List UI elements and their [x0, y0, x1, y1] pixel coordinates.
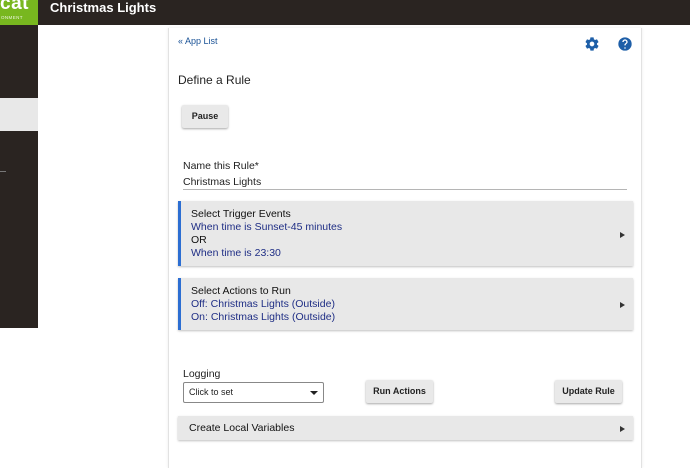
rule-name-label: Name this Rule*: [183, 160, 259, 172]
app-title: Christmas Lights: [50, 0, 157, 15]
trigger-section-title: Select Trigger Events: [191, 208, 291, 220]
create-local-variables-section[interactable]: Create Local Variables: [178, 416, 633, 440]
trigger-line-1: When time is Sunset-45 minutes: [191, 221, 343, 233]
logo[interactable]: cat ONMENT: [0, 0, 38, 25]
rule-name-input[interactable]: [183, 174, 627, 190]
help-icon[interactable]: [617, 36, 633, 52]
logging-label: Logging: [183, 368, 221, 380]
chevron-right-icon: [620, 232, 625, 238]
select-trigger-events-section[interactable]: Select Trigger Events When time is Sunse…: [178, 201, 633, 266]
chevron-down-icon: [310, 391, 318, 395]
logo-text: cat: [0, 0, 29, 14]
logging-select-value: Click to set: [189, 387, 234, 397]
update-rule-button[interactable]: Update Rule: [555, 380, 622, 403]
chevron-right-icon: [620, 426, 625, 432]
top-bar: cat ONMENT Christmas Lights: [0, 0, 690, 25]
local-variables-title: Create Local Variables: [189, 422, 295, 434]
sidebar-item-active[interactable]: [0, 98, 38, 131]
actions-section-title: Select Actions to Run: [191, 285, 291, 297]
trigger-line-2: When time is 23:30: [191, 247, 281, 259]
sidebar: [0, 25, 38, 328]
page-title: Define a Rule: [178, 73, 251, 87]
app-list-link[interactable]: « App List: [178, 36, 218, 46]
logging-select[interactable]: Click to set: [183, 382, 324, 403]
sidebar-divider: [0, 171, 6, 172]
select-actions-section[interactable]: Select Actions to Run Off: Christmas Lig…: [178, 278, 633, 330]
chevron-right-icon: [620, 302, 625, 308]
action-line-1: Off: Christmas Lights (Outside): [191, 298, 335, 310]
action-line-2: On: Christmas Lights (Outside): [191, 311, 336, 323]
pause-button[interactable]: Pause: [182, 105, 228, 128]
trigger-connector: OR: [191, 234, 207, 246]
logo-subtext: ONMENT: [1, 15, 23, 20]
gear-icon[interactable]: [584, 36, 600, 52]
run-actions-button[interactable]: Run Actions: [366, 380, 433, 403]
